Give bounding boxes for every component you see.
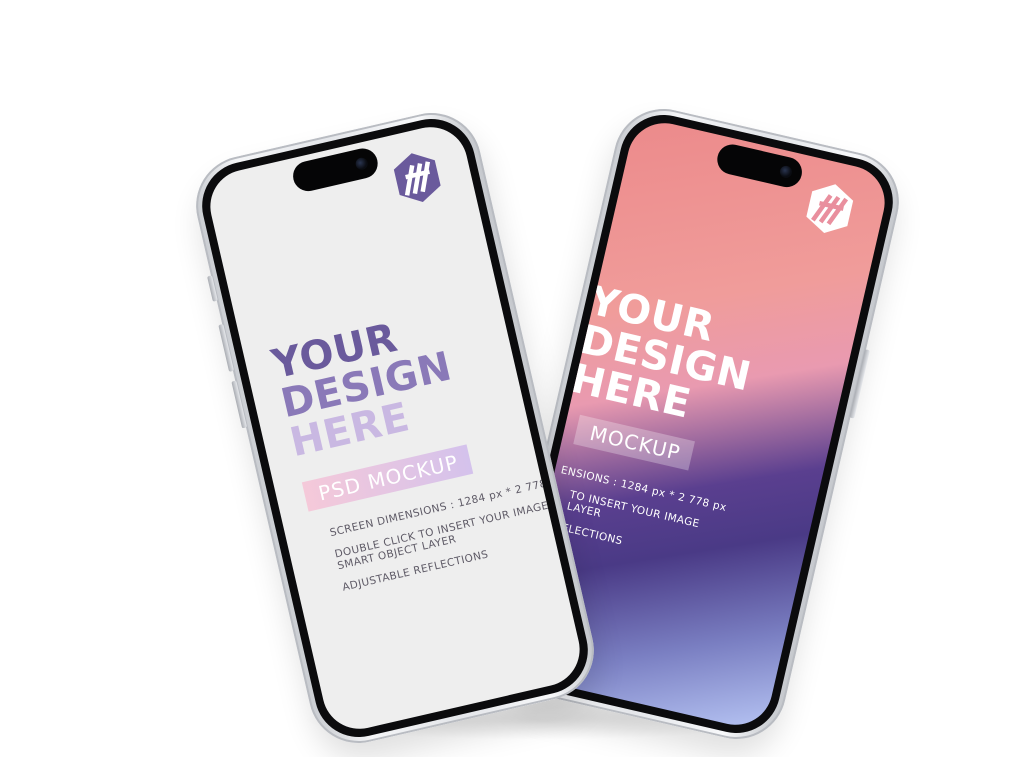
headline: YOUR DESIGN HERE	[268, 307, 464, 466]
hexagon-monogram-logo-icon	[806, 184, 854, 234]
phone-screen: YOUR DESIGN HERE PSD MOCKUP SCREEN DIMEN…	[203, 119, 587, 737]
action-button	[207, 275, 218, 302]
screen-content: YOUR DESIGN HERE PSD MOCKUP SCREEN DIMEN…	[203, 120, 587, 736]
headline: YOUR DESIGN HERE	[567, 278, 764, 437]
hexagon-monogram-logo-icon	[393, 153, 441, 202]
phone-left: YOUR DESIGN HERE PSD MOCKUP SCREEN DIMEN…	[186, 103, 604, 753]
mockup-scene: YOUR DESIGN HERE MOCKUP ENSIONS : 1284 p…	[0, 0, 1024, 757]
